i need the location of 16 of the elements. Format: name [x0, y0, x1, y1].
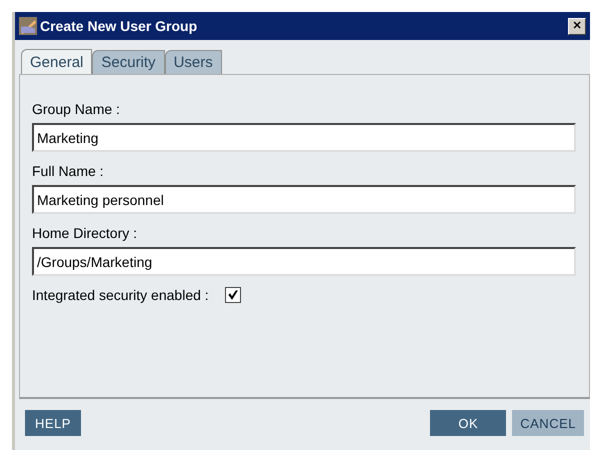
tab[interactable]: Security	[92, 50, 165, 74]
dialog-button[interactable]: CANCEL	[512, 410, 584, 436]
close-button[interactable]: ✕	[568, 18, 586, 34]
input-field[interactable]: Marketing personnel	[32, 185, 576, 214]
window-title: Create New User Group	[40, 18, 198, 34]
tab[interactable]: General	[21, 49, 92, 74]
dialog-button[interactable]: OK	[430, 410, 506, 436]
field-label: Group Name :	[32, 101, 121, 117]
tab[interactable]: Users	[164, 50, 222, 74]
checkbox[interactable]	[224, 287, 241, 303]
help-button[interactable]: HELP	[25, 410, 81, 436]
input-field[interactable]: Marketing	[32, 123, 576, 152]
field-label: Home Directory :	[32, 225, 138, 241]
field-label: Full Name :	[32, 163, 105, 179]
checkbox-label: Integrated security enabled :	[32, 287, 209, 303]
input-field[interactable]: /Groups/Marketing	[32, 247, 576, 276]
